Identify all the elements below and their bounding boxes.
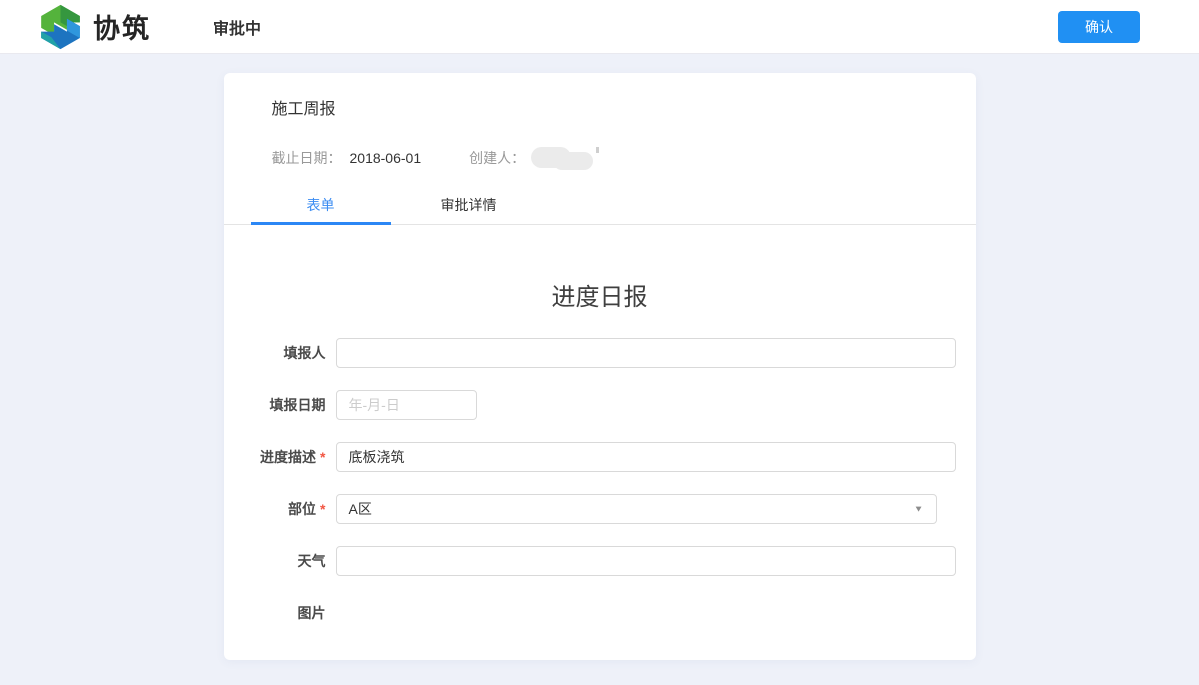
creator-label: 创建人： — [469, 148, 525, 168]
form-row-progress-desc: 进度描述 * — [224, 442, 956, 472]
form-row-filler: 填报人 — [224, 338, 956, 368]
filler-label: 填报人 — [284, 343, 326, 363]
top-header: 协筑 审批中 确认 — [0, 0, 1199, 54]
deadline-label: 截止日期： — [272, 148, 342, 168]
required-asterisk: * — [320, 501, 325, 517]
form-row-fill-date: 填报日期 — [224, 390, 956, 420]
report-title: 施工周报 — [224, 73, 976, 119]
weather-input[interactable] — [336, 546, 956, 576]
report-meta: 截止日期： 2018-06-01 创建人： — [224, 119, 976, 170]
progress-desc-input[interactable] — [336, 442, 956, 472]
creator-name-redacted — [531, 145, 595, 170]
approval-card: 施工周报 截止日期： 2018-06-01 创建人： 表单 审批详情 进度日报 … — [224, 73, 976, 660]
chevron-down-icon: ▼ — [914, 504, 924, 513]
tab-form[interactable]: 表单 — [251, 188, 391, 224]
image-label: 图片 — [298, 603, 326, 623]
form-row-weather: 天气 — [224, 546, 956, 576]
location-select-value: A区 — [349, 499, 372, 519]
brand: 协筑 — [38, 4, 151, 50]
brand-name: 协筑 — [93, 7, 151, 46]
form-body: 填报人 填报日期 进度描述 * 部位 * A区 ▼ — [224, 338, 976, 628]
tab-approval-details[interactable]: 审批详情 — [399, 188, 539, 224]
xiezhu-logo-icon — [38, 4, 83, 50]
tab-bar: 表单 审批详情 — [224, 188, 976, 225]
form-title: 进度日报 — [224, 277, 976, 312]
deadline-value: 2018-06-01 — [350, 150, 422, 166]
fill-date-input[interactable] — [336, 390, 477, 420]
confirm-button[interactable]: 确认 — [1058, 11, 1140, 43]
form-row-location: 部位 * A区 ▼ — [224, 494, 956, 524]
filler-input[interactable] — [336, 338, 956, 368]
form-row-image: 图片 — [224, 598, 956, 628]
location-select[interactable]: A区 ▼ — [336, 494, 937, 524]
fill-date-label: 填报日期 — [270, 395, 326, 415]
location-label: 部位 — [288, 499, 316, 519]
page-title: 审批中 — [213, 15, 261, 39]
weather-label: 天气 — [298, 551, 326, 571]
required-asterisk: * — [320, 449, 325, 465]
progress-desc-label: 进度描述 — [260, 447, 316, 467]
